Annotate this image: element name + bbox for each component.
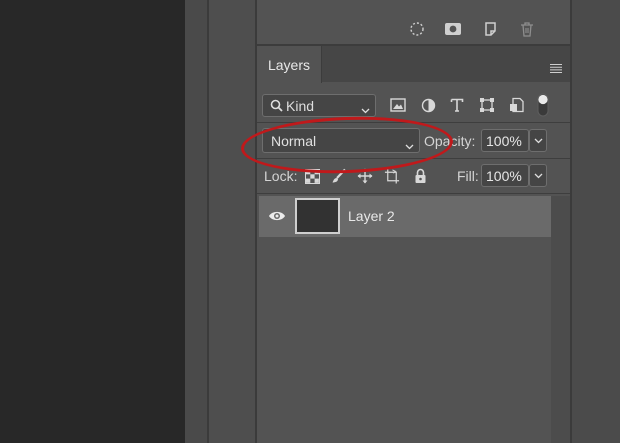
right-dock-area: [572, 0, 620, 443]
collapsed-panel-dock: [209, 0, 255, 443]
filter-pixel-layer-icon[interactable]: [388, 95, 408, 115]
layer-thumbnail[interactable]: [295, 198, 340, 234]
opacity-label: Opacity:: [424, 133, 476, 149]
lock-position-icon[interactable]: [357, 167, 373, 185]
add-mask-icon[interactable]: [444, 20, 462, 38]
chevron-down-icon: [405, 137, 414, 153]
filter-type-layer-icon[interactable]: [447, 95, 467, 115]
divider: [257, 122, 570, 123]
opacity-slider-button[interactable]: [529, 129, 547, 152]
lock-transparent-pixels-icon[interactable]: [304, 167, 320, 185]
chevron-down-icon: [361, 101, 370, 117]
blend-mode-value: Normal: [271, 132, 317, 149]
delete-channel-icon[interactable]: [518, 20, 536, 38]
layer-name[interactable]: Layer 2: [348, 208, 395, 224]
opacity-value: 100%: [486, 132, 522, 149]
opacity-input[interactable]: 100%: [481, 129, 529, 152]
tab-layers[interactable]: Layers: [257, 46, 322, 83]
chevron-down-icon: [534, 138, 543, 144]
filter-shape-layer-icon[interactable]: [477, 95, 497, 115]
chevron-down-icon: [534, 173, 543, 179]
filter-kind-dropdown[interactable]: Kind: [262, 94, 376, 117]
document-canvas-area: [0, 0, 185, 443]
search-icon: [270, 99, 283, 112]
divider: [257, 193, 570, 194]
selection-mask-icon[interactable]: [408, 20, 426, 38]
fill-label: Fill:: [457, 168, 479, 184]
fill-input[interactable]: 100%: [481, 164, 529, 187]
lock-all-icon[interactable]: [412, 167, 428, 185]
new-channel-icon[interactable]: [482, 20, 500, 38]
lock-label: Lock:: [264, 168, 298, 184]
filter-kind-label: Kind: [286, 97, 315, 114]
layers-scrollbar-track[interactable]: [551, 196, 570, 443]
tab-layers-label: Layers: [267, 56, 311, 73]
lock-artboard-icon[interactable]: [384, 167, 400, 185]
divider: [257, 158, 570, 159]
panel-menu-icon[interactable]: [550, 60, 562, 73]
visibility-eye-icon[interactable]: [268, 209, 286, 223]
fill-slider-button[interactable]: [529, 164, 547, 187]
filter-toggle-switch[interactable]: [537, 93, 549, 117]
panel-divider-strip: [185, 0, 207, 443]
blend-mode-dropdown[interactable]: Normal: [262, 128, 420, 153]
lock-image-pixels-icon[interactable]: [331, 167, 347, 185]
filter-adjustment-layer-icon[interactable]: [418, 95, 438, 115]
fill-value: 100%: [486, 167, 522, 184]
filter-smart-object-icon[interactable]: [506, 95, 526, 115]
